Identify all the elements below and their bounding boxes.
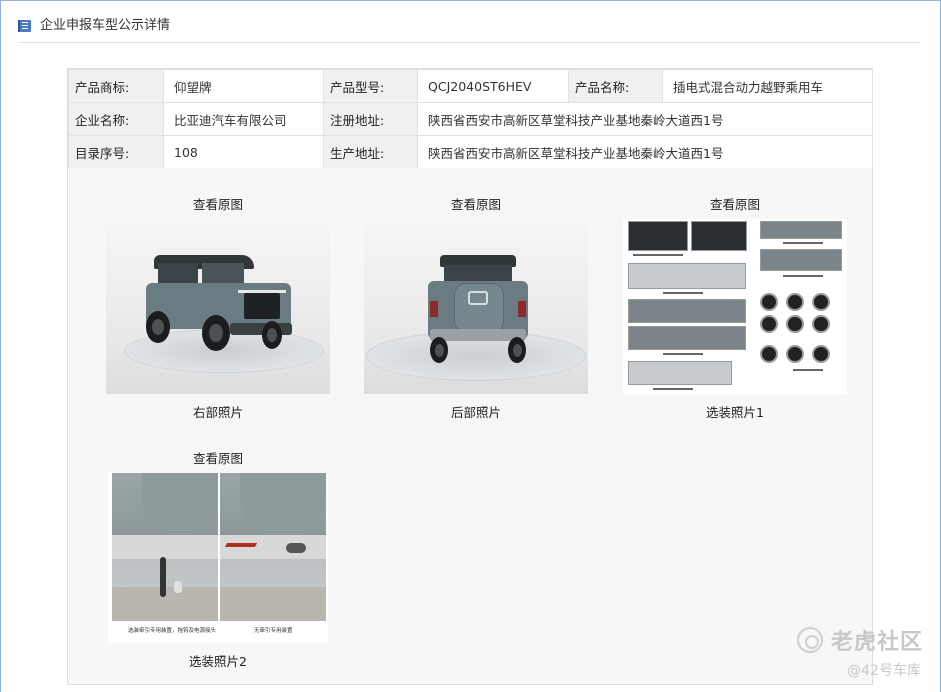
field-value-trademark: 仰望牌 bbox=[163, 69, 324, 103]
photo-gallery: 查看原图 右部照片 查看原图 后部照片 查看原图 选装照片1 查看原图 选装牵引… bbox=[68, 168, 872, 684]
field-label-prod-address: 生产地址: bbox=[323, 135, 418, 169]
view-original-link[interactable]: 查看原图 bbox=[361, 196, 591, 214]
right-view-photo[interactable] bbox=[106, 219, 330, 394]
photo-caption: 后部照片 bbox=[450, 405, 501, 420]
field-label-model: 产品型号: bbox=[323, 69, 418, 103]
photo-caption: 右部照片 bbox=[192, 405, 243, 420]
photo-card-option2: 查看原图 选装牵引专用装置，拖钩及电源接头 无牵引专用装置 选装照片2 bbox=[103, 450, 333, 671]
watermark: 老虎社区 bbox=[796, 624, 923, 656]
table-row: 目录序号: 108 生产地址: 陕西省西安市高新区草堂科技产业基地秦岭大道西1号 bbox=[68, 135, 873, 169]
option-photo-2[interactable]: 选装牵引专用装置，拖钩及电源接头 无牵引专用装置 bbox=[108, 473, 328, 643]
hitch-caption-left: 选装牵引专用装置，拖钩及电源接头 bbox=[128, 628, 217, 634]
view-original-link[interactable]: 查看原图 bbox=[620, 196, 850, 214]
field-label-reg-address: 注册地址: bbox=[323, 102, 418, 136]
watermark-logo-icon bbox=[796, 627, 823, 653]
view-original-link[interactable]: 查看原图 bbox=[103, 450, 333, 468]
hitch-caption-right: 无牵引专用装置 bbox=[254, 628, 293, 634]
table-row: 产品商标: 仰望牌 产品型号: QCJ2040ST6HEV 产品名称: 插电式混… bbox=[68, 69, 873, 103]
field-value-model: QCJ2040ST6HEV bbox=[417, 69, 569, 103]
field-value-reg-address: 陕西省西安市高新区草堂科技产业基地秦岭大道西1号 bbox=[417, 102, 873, 136]
option-photo-1[interactable] bbox=[623, 219, 847, 394]
rear-view-photo[interactable] bbox=[364, 219, 588, 394]
photo-caption: 选装照片2 bbox=[189, 654, 247, 669]
field-label-company: 企业名称: bbox=[68, 102, 164, 136]
field-value-company: 比亚迪汽车有限公司 bbox=[163, 102, 324, 136]
photo-card-rear: 查看原图 后部照片 bbox=[361, 196, 591, 422]
field-label-trademark: 产品商标: bbox=[68, 69, 164, 103]
page-title: 企业申报车型公示详情 bbox=[40, 18, 171, 33]
table-row: 企业名称: 比亚迪汽车有限公司 注册地址: 陕西省西安市高新区草堂科技产业基地秦… bbox=[68, 102, 873, 136]
field-value-prod-address: 陕西省西安市高新区草堂科技产业基地秦岭大道西1号 bbox=[417, 135, 873, 169]
detail-panel: 产品商标: 仰望牌 产品型号: QCJ2040ST6HEV 产品名称: 插电式混… bbox=[67, 68, 873, 685]
watermark-sub: @42号车库 bbox=[847, 663, 921, 679]
field-label-product-name: 产品名称: bbox=[568, 69, 663, 103]
field-label-catalog-no: 目录序号: bbox=[68, 135, 164, 169]
view-original-link[interactable]: 查看原图 bbox=[103, 196, 333, 214]
field-value-product-name: 插电式混合动力越野乘用车 bbox=[662, 69, 873, 103]
photo-card-option1: 查看原图 选装照片1 bbox=[620, 196, 850, 422]
page-header: 企业申报车型公示详情 bbox=[18, 14, 921, 43]
photo-card-right: 查看原图 右部照片 bbox=[103, 196, 333, 422]
field-value-catalog-no: 108 bbox=[163, 135, 324, 169]
watermark-text: 老虎社区 bbox=[830, 630, 923, 655]
info-table: 产品商标: 仰望牌 产品型号: QCJ2040ST6HEV 产品名称: 插电式混… bbox=[68, 69, 873, 169]
book-icon bbox=[18, 19, 32, 33]
photo-caption: 选装照片1 bbox=[706, 405, 764, 420]
